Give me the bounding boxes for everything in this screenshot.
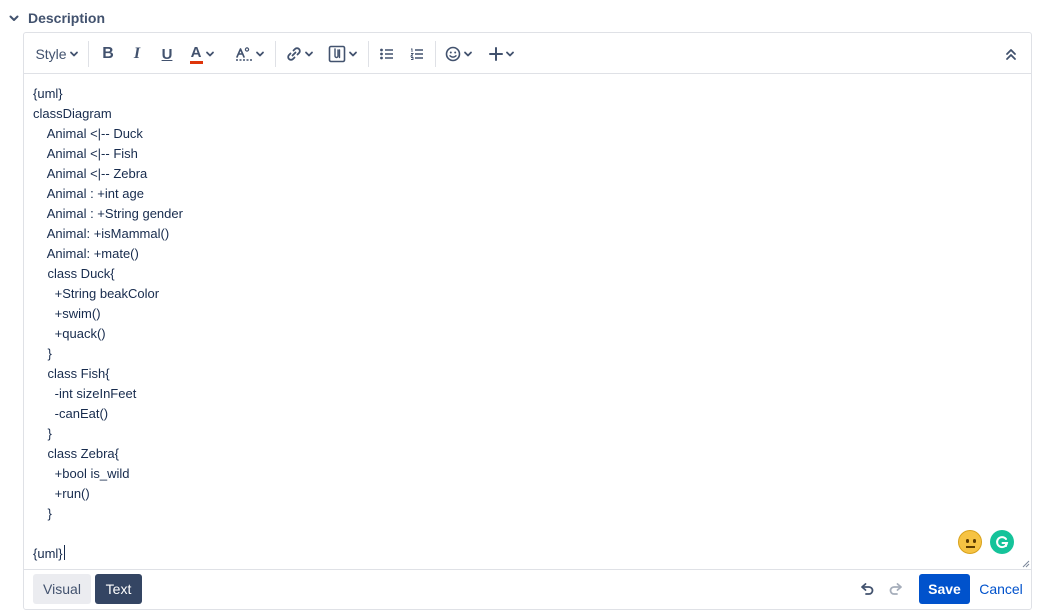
text-line: Animal: +isMammal() — [33, 226, 170, 241]
underline-icon: U — [161, 45, 173, 63]
editor-text-area[interactable]: {uml} classDiagram Animal <|-- Duck Anima… — [24, 74, 1031, 571]
text-line: Animal <|-- Zebra — [33, 166, 148, 181]
plus-icon — [489, 47, 503, 61]
collapse-toolbar-button[interactable] — [999, 41, 1023, 67]
chevron-down-icon — [464, 51, 472, 57]
toolbar-divider — [88, 41, 89, 67]
attachment-icon — [328, 45, 346, 63]
text-line: {uml} — [33, 545, 65, 561]
chevron-down-icon — [6, 10, 22, 26]
editor-toolbar: Style B I U A — [24, 33, 1031, 74]
insert-more-button[interactable] — [485, 41, 519, 67]
numbered-list-icon — [410, 48, 423, 60]
bold-icon: B — [102, 45, 114, 62]
text-line: } — [33, 506, 52, 521]
bullet-list-icon — [380, 48, 393, 60]
text-line: +swim() — [33, 306, 101, 321]
text-line: Animal : +String gender — [33, 206, 183, 221]
chevron-down-icon — [305, 51, 313, 57]
text-line: Animal : +int age — [33, 186, 144, 201]
text-line: {uml} — [33, 86, 63, 101]
text-line: Animal <|-- Fish — [33, 146, 138, 161]
text-line: +String beakColor — [33, 286, 160, 301]
text-line: Animal: +mate() — [33, 246, 139, 261]
text-line: Animal <|-- Duck — [33, 126, 143, 141]
italic-button[interactable]: I — [125, 41, 149, 67]
underline-button[interactable]: U — [155, 41, 179, 67]
insert-link-button[interactable] — [283, 41, 317, 67]
text-line: -int sizeInFeet — [33, 386, 137, 401]
attachment-button[interactable] — [326, 41, 360, 67]
numbered-list-button[interactable] — [405, 41, 429, 67]
neutral-face-emoji-icon[interactable] — [958, 530, 982, 554]
chevron-down-icon — [69, 51, 78, 57]
toolbar-divider — [368, 41, 369, 67]
undo-icon[interactable] — [859, 582, 875, 598]
chevron-down-icon — [205, 51, 214, 57]
chevron-down-icon — [506, 51, 514, 57]
emoji-button[interactable] — [442, 41, 476, 67]
text-line: class Fish{ — [33, 366, 110, 381]
emoji-icon — [445, 46, 461, 62]
description-section-toggle[interactable]: Description — [6, 7, 105, 29]
text-color-icon: A — [189, 45, 203, 64]
chevron-down-icon — [256, 51, 264, 57]
chevron-down-icon — [349, 51, 357, 57]
double-chevron-up-icon — [1006, 49, 1016, 60]
style-dropdown[interactable]: Style — [34, 41, 80, 67]
redo-icon[interactable] — [888, 582, 904, 598]
text-line — [33, 524, 1022, 544]
save-button[interactable]: Save — [919, 574, 970, 604]
visual-mode-button[interactable]: Visual — [33, 574, 91, 604]
bullet-list-button[interactable] — [375, 41, 399, 67]
editor-footer: Visual Text Save Cancel — [24, 569, 1031, 609]
text-formatting-icon — [236, 47, 252, 61]
text-mode-button[interactable]: Text — [95, 574, 142, 604]
resize-handle-icon[interactable] — [1022, 560, 1030, 568]
text-line: } — [33, 346, 52, 361]
bold-button[interactable]: B — [96, 41, 120, 67]
toolbar-divider — [275, 41, 276, 67]
text-line: } — [33, 426, 52, 441]
italic-icon: I — [133, 45, 141, 62]
link-icon — [287, 47, 301, 61]
more-formatting-button[interactable] — [233, 41, 267, 67]
text-line: classDiagram — [33, 106, 112, 121]
text-line: +run() — [33, 486, 90, 501]
style-label: Style — [35, 46, 67, 62]
grammarly-icon[interactable] — [990, 530, 1014, 554]
text-line: class Duck{ — [33, 266, 115, 281]
text-line: +quack() — [33, 326, 106, 341]
text-line: -canEat() — [33, 406, 109, 421]
text-caret — [63, 545, 65, 560]
text-color-button[interactable]: A — [185, 41, 219, 67]
toolbar-divider — [435, 41, 436, 67]
rich-text-editor: Style B I U A {uml} classDiagram Animal … — [23, 32, 1032, 610]
text-line: class Zebra{ — [33, 446, 119, 461]
section-title: Description — [28, 10, 106, 26]
cancel-button[interactable]: Cancel — [976, 574, 1026, 604]
text-line: +bool is_wild — [33, 466, 130, 481]
